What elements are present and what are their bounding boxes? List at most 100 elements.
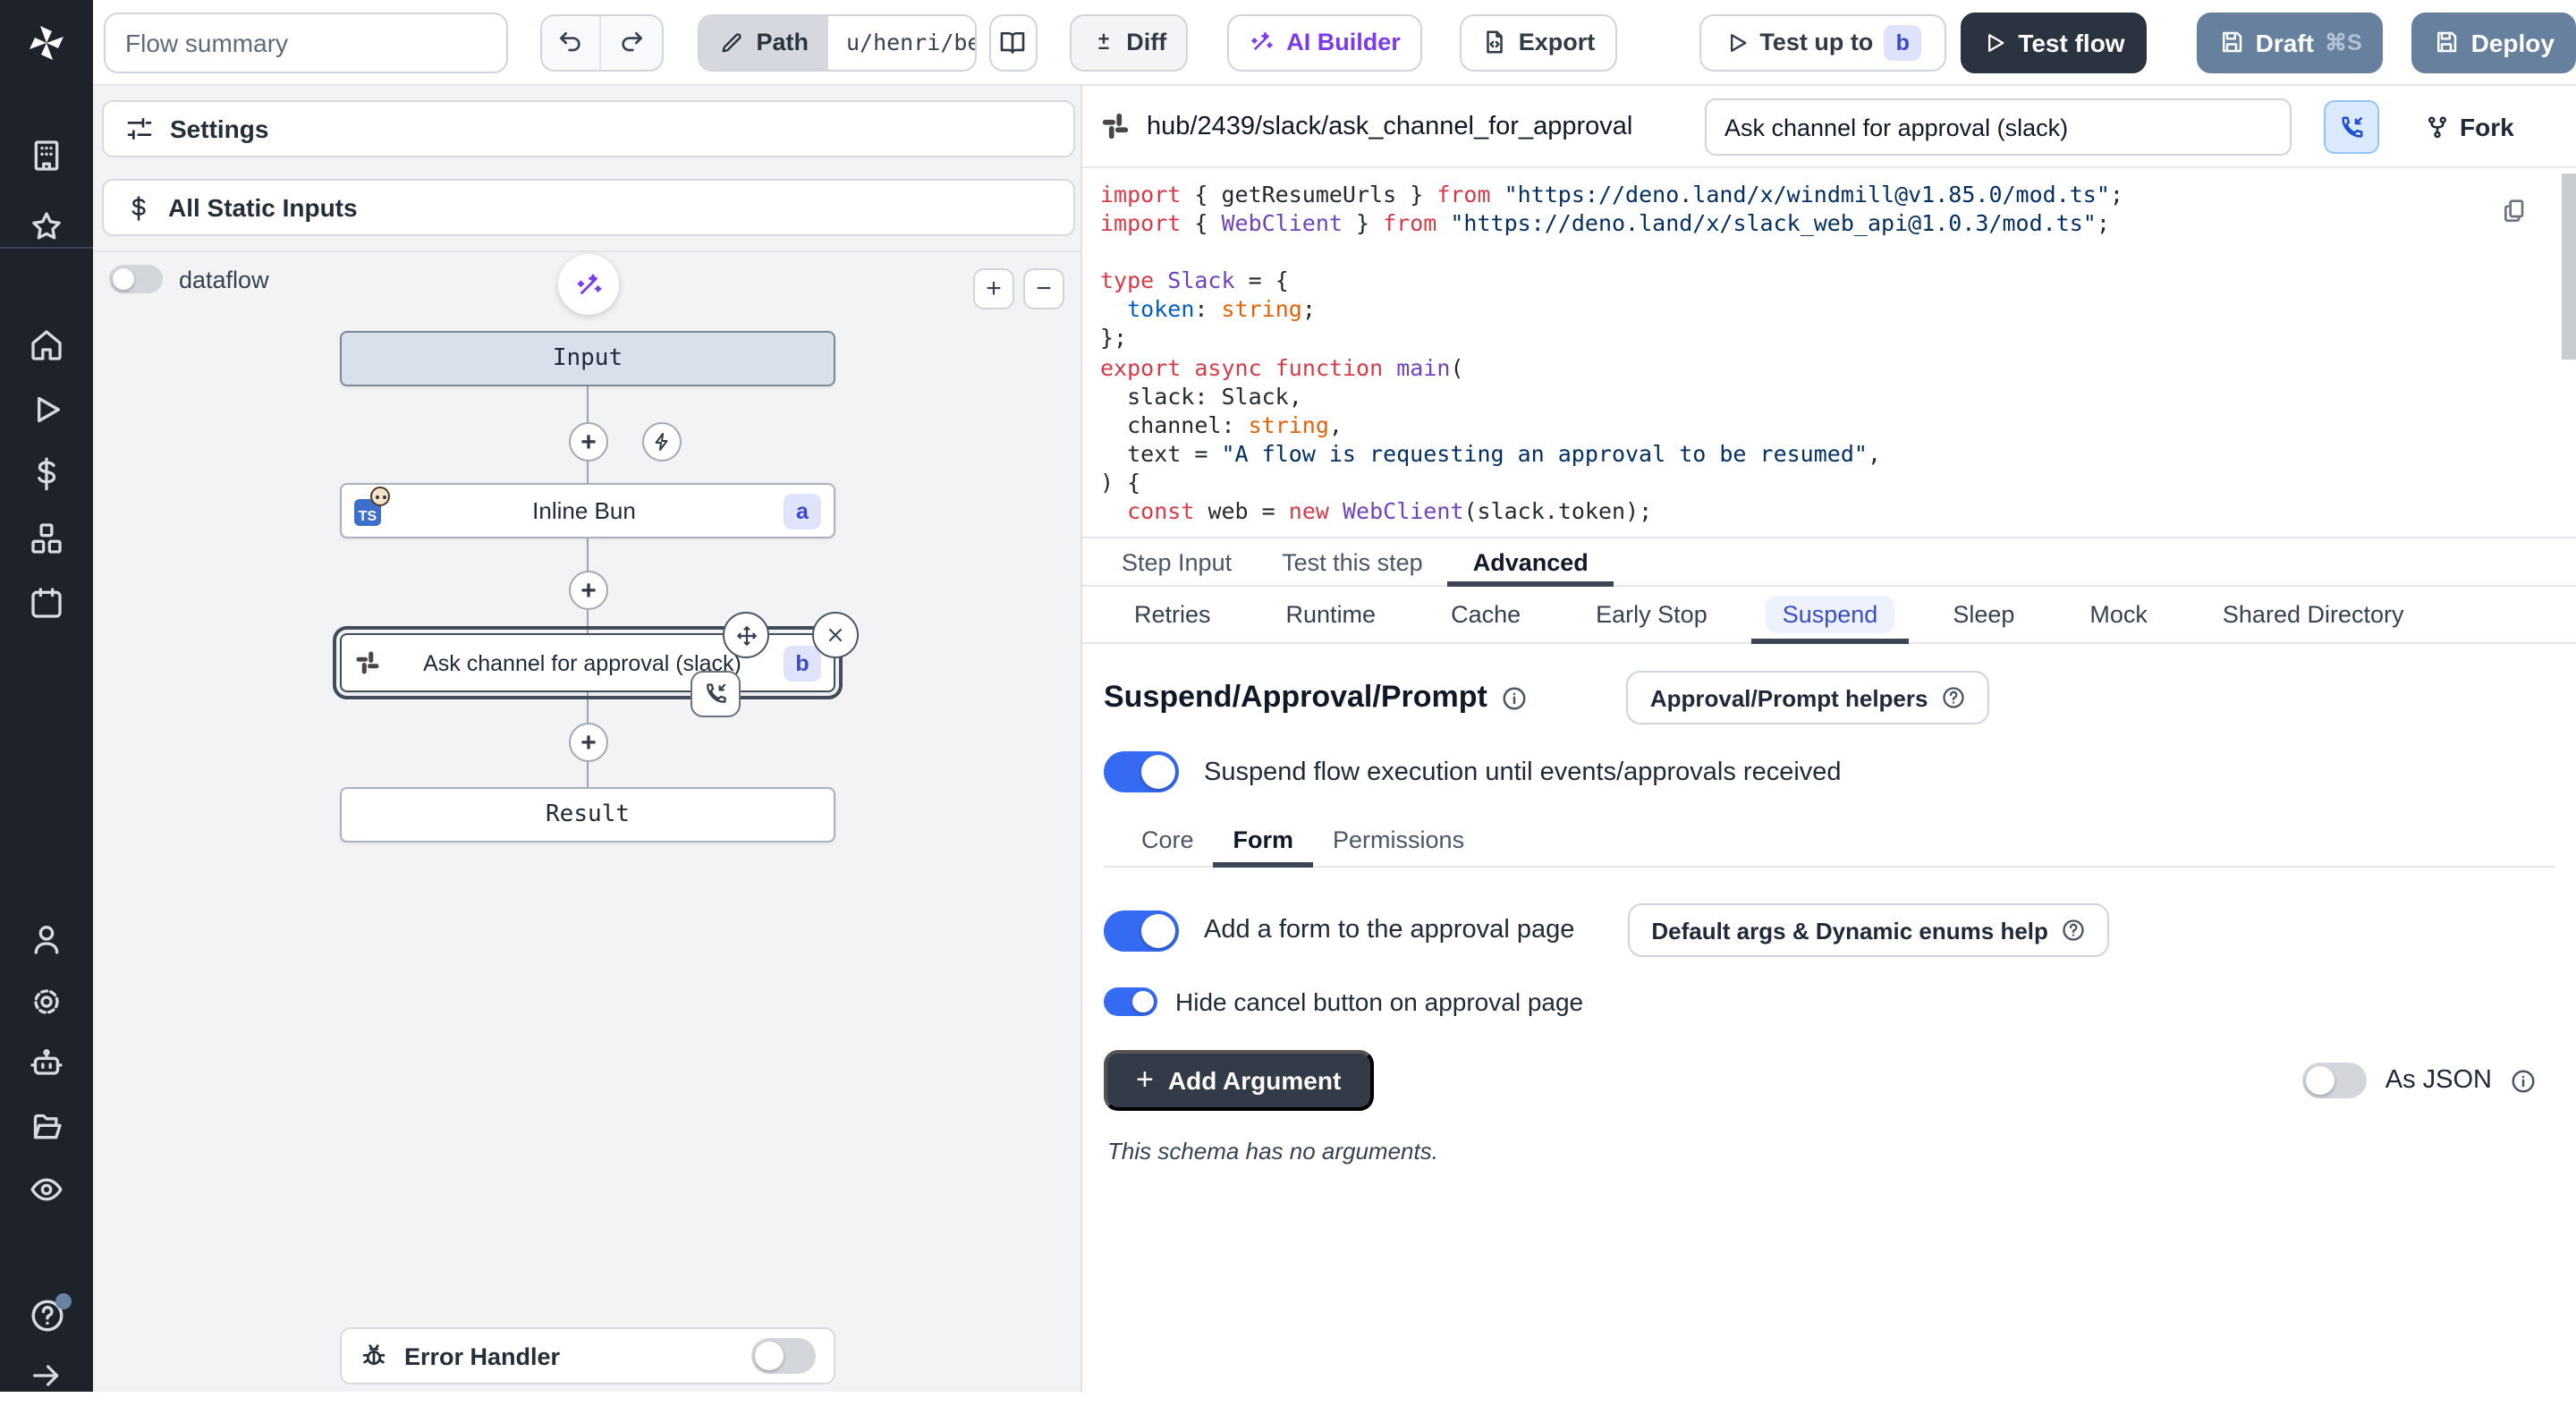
code-line: export async function main( <box>1100 353 2576 382</box>
bug-icon <box>360 1342 388 1370</box>
tab-core[interactable]: Core <box>1122 814 1214 866</box>
help-icon[interactable] <box>0 1284 93 1345</box>
add-form-toggle-label: Add a form to the approval page <box>1204 916 1574 944</box>
code-line: import { WebClient } from "https://deno.… <box>1100 209 2576 238</box>
flow-node-approval-selected[interactable]: Ask channel for approval (slack) b <box>340 633 835 692</box>
subtab-sleep[interactable]: Sleep <box>1915 587 2052 642</box>
subtab-retries[interactable]: Retries <box>1097 587 1249 642</box>
suspend-phone-indicator-button[interactable] <box>2324 100 2379 154</box>
undo-redo-group <box>540 13 664 71</box>
all-static-inputs-row[interactable]: All Static Inputs <box>102 179 1075 236</box>
subtab-early-stop-label: Early Stop <box>1580 596 1724 633</box>
delete-node-button[interactable] <box>812 612 859 658</box>
tab-advanced[interactable]: Advanced <box>1448 538 1614 585</box>
approval-prompt-helpers-button[interactable]: Approval/Prompt helpers <box>1627 671 1989 724</box>
tab-form[interactable]: Form <box>1214 814 1314 866</box>
test-up-to-step-badge: b <box>1884 24 1921 60</box>
trigger-zap-button[interactable] <box>642 422 682 462</box>
as-json-group: As JSON <box>2303 1063 2555 1098</box>
deploy-button[interactable]: Deploy <box>2412 12 2576 72</box>
windmill-logo[interactable] <box>0 14 93 72</box>
tab-permissions[interactable]: Permissions <box>1313 814 1484 866</box>
runs-icon[interactable] <box>0 379 93 440</box>
settings-gear-icon[interactable] <box>0 971 93 1032</box>
code-scrollbar-thumb[interactable] <box>2562 174 2576 360</box>
zoom-out-button[interactable]: − <box>1023 268 1064 309</box>
step-title-input[interactable] <box>1705 98 2292 156</box>
workspace-icon[interactable] <box>0 125 93 186</box>
tab-advanced-label: Advanced <box>1473 548 1589 575</box>
schedules-icon[interactable] <box>0 572 93 633</box>
redo-button[interactable] <box>602 15 662 69</box>
subtab-cache[interactable]: Cache <box>1413 587 1558 642</box>
audit-eye-icon[interactable] <box>0 1159 93 1220</box>
pencil-icon <box>718 30 743 55</box>
variables-icon[interactable] <box>0 444 93 504</box>
tab-step-input[interactable]: Step Input <box>1097 538 1257 585</box>
default-args-dynamic-enums-help-button[interactable]: Default args & Dynamic enums help <box>1628 903 2109 957</box>
insert-step-button[interactable]: + <box>569 723 608 762</box>
diff-button[interactable]: Diff <box>1069 13 1188 71</box>
ai-bot-icon[interactable] <box>0 1034 93 1095</box>
tab-test-this-step[interactable]: Test this step <box>1257 538 1448 585</box>
hide-cancel-label: Hide cancel button on approval page <box>1175 987 1583 1016</box>
insert-step-button[interactable]: + <box>569 571 608 610</box>
info-icon[interactable] <box>2510 1067 2537 1094</box>
flow-node-inline-bun[interactable]: TS Inline Bun a <box>340 483 835 538</box>
path-label: Path <box>756 29 809 55</box>
users-icon[interactable] <box>0 909 93 970</box>
step-header: hub/2439/slack/ask_channel_for_approval … <box>1082 86 2576 168</box>
subtab-suspend[interactable]: Suspend <box>1745 587 1916 642</box>
dataflow-toggle[interactable] <box>109 265 163 293</box>
tab-test-this-step-label: Test this step <box>1282 548 1423 575</box>
approval-form-toggle-row: Add a form to the approval page Default … <box>1104 903 2555 957</box>
dataflow-toggle-row: dataflow <box>109 265 269 293</box>
error-handler-toggle[interactable] <box>751 1338 816 1374</box>
resources-icon[interactable] <box>0 508 93 569</box>
subtab-runtime[interactable]: Runtime <box>1249 587 1414 642</box>
code-line: const web = new WebClient(slack.token); <box>1100 497 2576 526</box>
fork-button[interactable]: Fork <box>2424 100 2514 154</box>
copy-code-button[interactable] <box>2501 197 2529 233</box>
code-editor[interactable]: import { getResumeUrls } from "https://d… <box>1082 168 2576 538</box>
draft-button[interactable]: Draft ⌘S <box>2197 12 2384 72</box>
subtab-early-stop[interactable]: Early Stop <box>1558 587 1745 642</box>
step-id-badge-a: a <box>784 493 821 529</box>
docs-book-button[interactable] <box>989 13 1037 71</box>
code-line: token: string; <box>1100 296 2576 325</box>
path-button[interactable]: Path <box>699 15 828 69</box>
zoom-in-button[interactable]: + <box>973 268 1014 309</box>
expand-rail-arrow-icon[interactable] <box>0 1345 93 1406</box>
as-json-toggle[interactable] <box>2303 1063 2368 1098</box>
suspend-phone-badge[interactable] <box>691 671 741 717</box>
subtab-mock[interactable]: Mock <box>2052 587 2185 642</box>
test-flow-label: Test flow <box>2018 28 2124 56</box>
export-button[interactable]: Export <box>1460 13 1617 71</box>
info-icon[interactable] <box>1502 684 1529 711</box>
subtab-shared-directory[interactable]: Shared Directory <box>2185 587 2442 642</box>
add-form-toggle[interactable] <box>1104 910 1179 951</box>
add-argument-button[interactable]: + Add Argument <box>1104 1050 1373 1111</box>
flow-node-input[interactable]: Input <box>340 331 835 386</box>
test-up-to-label: Test up to <box>1759 29 1873 55</box>
help-circle-icon <box>2061 918 2086 943</box>
insert-step-button[interactable]: + <box>569 422 608 462</box>
path-value[interactable]: u/henri/ben <box>828 15 977 69</box>
flow-summary-input[interactable] <box>104 12 508 72</box>
hide-cancel-toggle[interactable] <box>1104 987 1157 1016</box>
sliders-icon <box>125 114 154 143</box>
folders-icon[interactable] <box>0 1097 93 1157</box>
ai-builder-button[interactable]: AI Builder <box>1227 13 1422 71</box>
flow-node-result[interactable]: Result <box>340 787 835 843</box>
test-up-to-button[interactable]: Test up to b <box>1699 13 1946 71</box>
step-id-badge-b: b <box>784 645 821 681</box>
home-icon[interactable] <box>0 315 93 376</box>
move-node-handle[interactable] <box>723 612 769 658</box>
suspend-flow-toggle[interactable] <box>1104 751 1179 792</box>
ai-flow-wand-button[interactable] <box>558 254 619 315</box>
error-handler-row[interactable]: Error Handler <box>340 1327 835 1385</box>
undo-button[interactable] <box>542 15 602 69</box>
test-flow-button[interactable]: Test flow <box>1961 12 2146 72</box>
flow-settings-row[interactable]: Settings <box>102 100 1075 157</box>
draft-label: Draft <box>2256 28 2314 56</box>
